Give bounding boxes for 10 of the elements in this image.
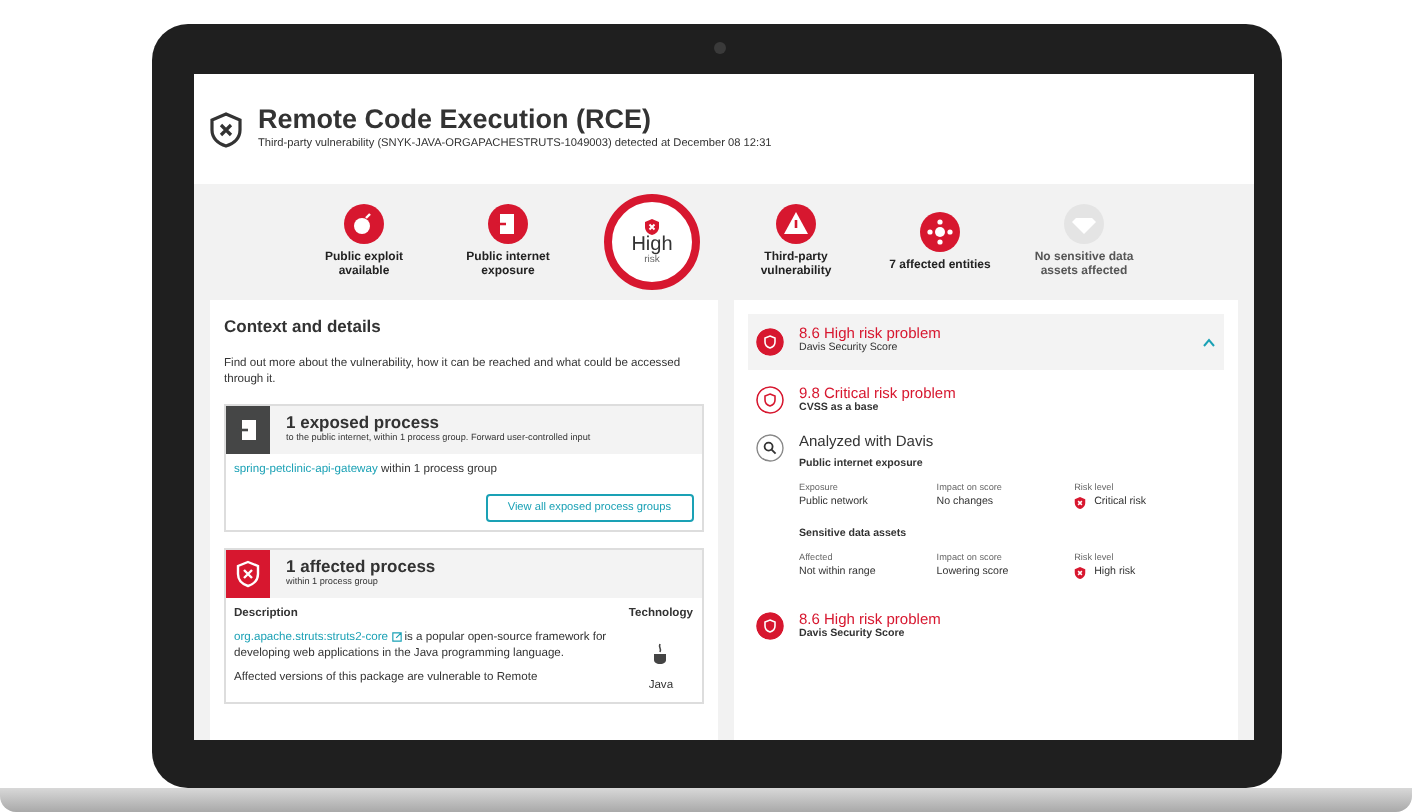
risk-score-value: High: [631, 236, 673, 257]
page-title: Remote Code Execution (RCE): [258, 104, 654, 137]
search-icon: [755, 433, 783, 462]
coffee-cup-icon: [650, 641, 671, 666]
chevron-icon[interactable]: [1202, 337, 1216, 347]
camera-dot: [714, 42, 726, 54]
section-title: Context and details: [224, 314, 383, 340]
panel-title: 1 exposed process: [286, 413, 442, 432]
external-link-icon[interactable]: [391, 632, 402, 643]
panel-title: 1 affected process: [286, 558, 436, 577]
